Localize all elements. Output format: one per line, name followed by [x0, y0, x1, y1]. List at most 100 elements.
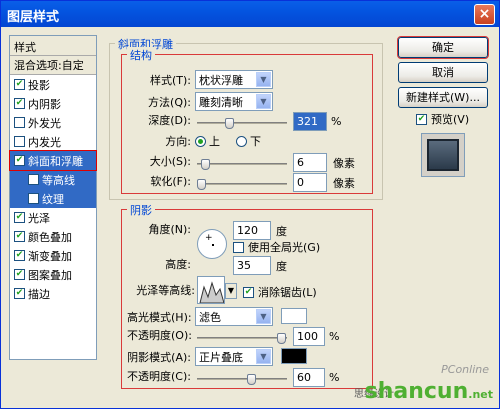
opacity1-label: 不透明度(O):	[127, 329, 192, 342]
checkbox-icon[interactable]: ✔	[14, 155, 25, 166]
highlight-mode-select[interactable]: 滤色 ▼	[195, 307, 273, 326]
style-item-label: 内发光	[28, 135, 61, 149]
soften-input[interactable]: 0	[293, 173, 327, 192]
style-item-label: 渐变叠加	[28, 249, 72, 263]
style-item-bevel-emboss[interactable]: ✔ 斜面和浮雕	[9, 150, 97, 171]
opacity2-input[interactable]: 60	[293, 368, 325, 387]
style-item-outer-glow[interactable]: 外发光	[10, 113, 96, 132]
checkbox-icon[interactable]: ✔	[14, 250, 25, 261]
soften-unit: 像素	[333, 176, 355, 190]
new-style-button[interactable]: 新建样式(W)...	[398, 87, 488, 108]
checkbox-icon[interactable]: ✔	[14, 269, 25, 280]
style-item-inner-glow[interactable]: 内发光	[10, 132, 96, 151]
shadow-mode-label: 阴影模式(A):	[127, 350, 191, 364]
technique-select[interactable]: 雕刻清晰 ▼	[195, 92, 273, 111]
style-preview-box	[421, 133, 465, 177]
checkbox-icon[interactable]: ✔	[14, 212, 25, 223]
blending-options-item[interactable]: 混合选项:自定	[10, 56, 96, 75]
structure-title: 结构	[127, 47, 155, 63]
direction-down-label: 下	[250, 135, 261, 148]
altitude-input[interactable]: 35	[233, 256, 271, 275]
global-light-label: 使用全局光(G)	[248, 241, 321, 254]
style-item-stroke[interactable]: ✔ 描边	[10, 284, 96, 303]
style-item-gradient-overlay[interactable]: ✔ 渐变叠加	[10, 246, 96, 265]
checkbox-icon[interactable]	[28, 193, 39, 204]
opacity2-slider[interactable]	[197, 374, 287, 385]
style-item-label: 描边	[28, 287, 50, 301]
title-bar: 图层样式 ×	[1, 1, 499, 27]
style-item-drop-shadow[interactable]: ✔ 投影	[10, 75, 96, 94]
style-item-label: 内阴影	[28, 97, 61, 111]
depth-slider-thumb[interactable]	[225, 118, 234, 129]
chevron-down-icon[interactable]: ▼	[225, 283, 237, 299]
style-item-contour[interactable]: 等高线	[10, 170, 96, 189]
chevron-down-icon[interactable]: ▼	[256, 72, 271, 87]
opacity2-slider-thumb[interactable]	[247, 374, 256, 385]
checkbox-icon[interactable]: ✔	[14, 98, 25, 109]
angle-label: 角度(N):	[148, 223, 191, 236]
depth-slider[interactable]	[197, 118, 287, 129]
opacity1-slider-thumb[interactable]	[277, 333, 286, 344]
bevel-style-value: 枕状浮雕	[199, 73, 243, 87]
technique-label: 方法(Q):	[148, 95, 191, 109]
size-label: 大小(S):	[149, 155, 191, 168]
direction-label: 方向:	[165, 135, 191, 148]
soften-slider[interactable]	[197, 179, 287, 190]
size-slider[interactable]	[197, 159, 287, 170]
angle-input[interactable]: 120	[233, 221, 271, 240]
chevron-down-icon[interactable]: ▼	[256, 309, 271, 324]
gloss-contour-preview[interactable]	[197, 276, 225, 304]
opacity1-unit: %	[329, 330, 340, 343]
style-item-label: 纹理	[42, 192, 64, 206]
checkbox-icon[interactable]: ✔	[14, 288, 25, 299]
site-domain: .net	[468, 388, 493, 401]
technique-value: 雕刻清晰	[199, 95, 243, 109]
checkbox-icon[interactable]	[28, 174, 39, 185]
style-item-label: 外发光	[28, 116, 61, 130]
opacity1-slider[interactable]	[197, 333, 287, 344]
cancel-button[interactable]: 取消	[398, 62, 488, 83]
style-item-label: 斜面和浮雕	[28, 154, 83, 168]
size-input[interactable]: 6	[293, 153, 327, 172]
shading-title: 阴影	[127, 202, 155, 218]
global-light-checkbox[interactable]	[233, 241, 244, 253]
ok-button[interactable]: 确定	[397, 36, 489, 59]
style-item-satin[interactable]: ✔ 光泽	[10, 208, 96, 227]
direction-down-radio[interactable]	[236, 135, 247, 147]
highlight-mode-label: 高光模式(H):	[127, 310, 192, 324]
bevel-style-select[interactable]: 枕状浮雕 ▼	[195, 70, 273, 89]
checkbox-icon[interactable]	[14, 117, 25, 128]
style-item-label: 图案叠加	[28, 268, 72, 282]
angle-dial[interactable]: +	[197, 229, 227, 259]
preview-checkbox[interactable]: ✔	[416, 113, 427, 125]
antialias-label: 消除锯齿(L)	[258, 286, 317, 299]
antialias-checkbox[interactable]: ✔	[243, 286, 254, 298]
chevron-down-icon[interactable]: ▼	[256, 94, 271, 109]
checkbox-icon[interactable]: ✔	[14, 231, 25, 242]
styles-list: 样式 混合选项:自定 ✔ 投影 ✔ 内阴影 外发光 内发光 ✔ 斜面和浮雕 等高线 纹…	[9, 35, 97, 360]
direction-up-label: 上	[209, 135, 220, 148]
size-slider-thumb[interactable]	[201, 159, 210, 170]
shadow-mode-select[interactable]: 正片叠底 ▼	[195, 347, 273, 366]
gloss-contour-label: 光泽等高线:	[136, 284, 195, 297]
soften-slider-thumb[interactable]	[197, 179, 206, 190]
style-item-color-overlay[interactable]: ✔ 颜色叠加	[10, 227, 96, 246]
style-item-pattern-overlay[interactable]: ✔ 图案叠加	[10, 265, 96, 284]
preview-label: 预览(V)	[431, 113, 470, 126]
close-button[interactable]: ×	[474, 4, 495, 25]
style-item-texture[interactable]: 纹理	[10, 189, 96, 208]
soften-label: 软化(F):	[150, 175, 191, 188]
opacity1-input[interactable]: 100	[293, 327, 325, 346]
chevron-down-icon[interactable]: ▼	[256, 349, 271, 364]
checkbox-icon[interactable]: ✔	[14, 79, 25, 90]
depth-input[interactable]: 321	[293, 112, 327, 131]
opacity2-unit: %	[329, 371, 340, 384]
checkbox-icon[interactable]	[14, 136, 25, 147]
shadow-color-swatch[interactable]	[281, 348, 307, 364]
style-item-inner-shadow[interactable]: ✔ 内阴影	[10, 94, 96, 113]
style-item-label: 颜色叠加	[28, 230, 72, 244]
highlight-color-swatch[interactable]	[281, 308, 307, 324]
direction-up-radio[interactable]	[195, 135, 206, 147]
styles-header[interactable]: 样式	[10, 36, 96, 56]
highlight-mode-value: 滤色	[199, 310, 221, 324]
